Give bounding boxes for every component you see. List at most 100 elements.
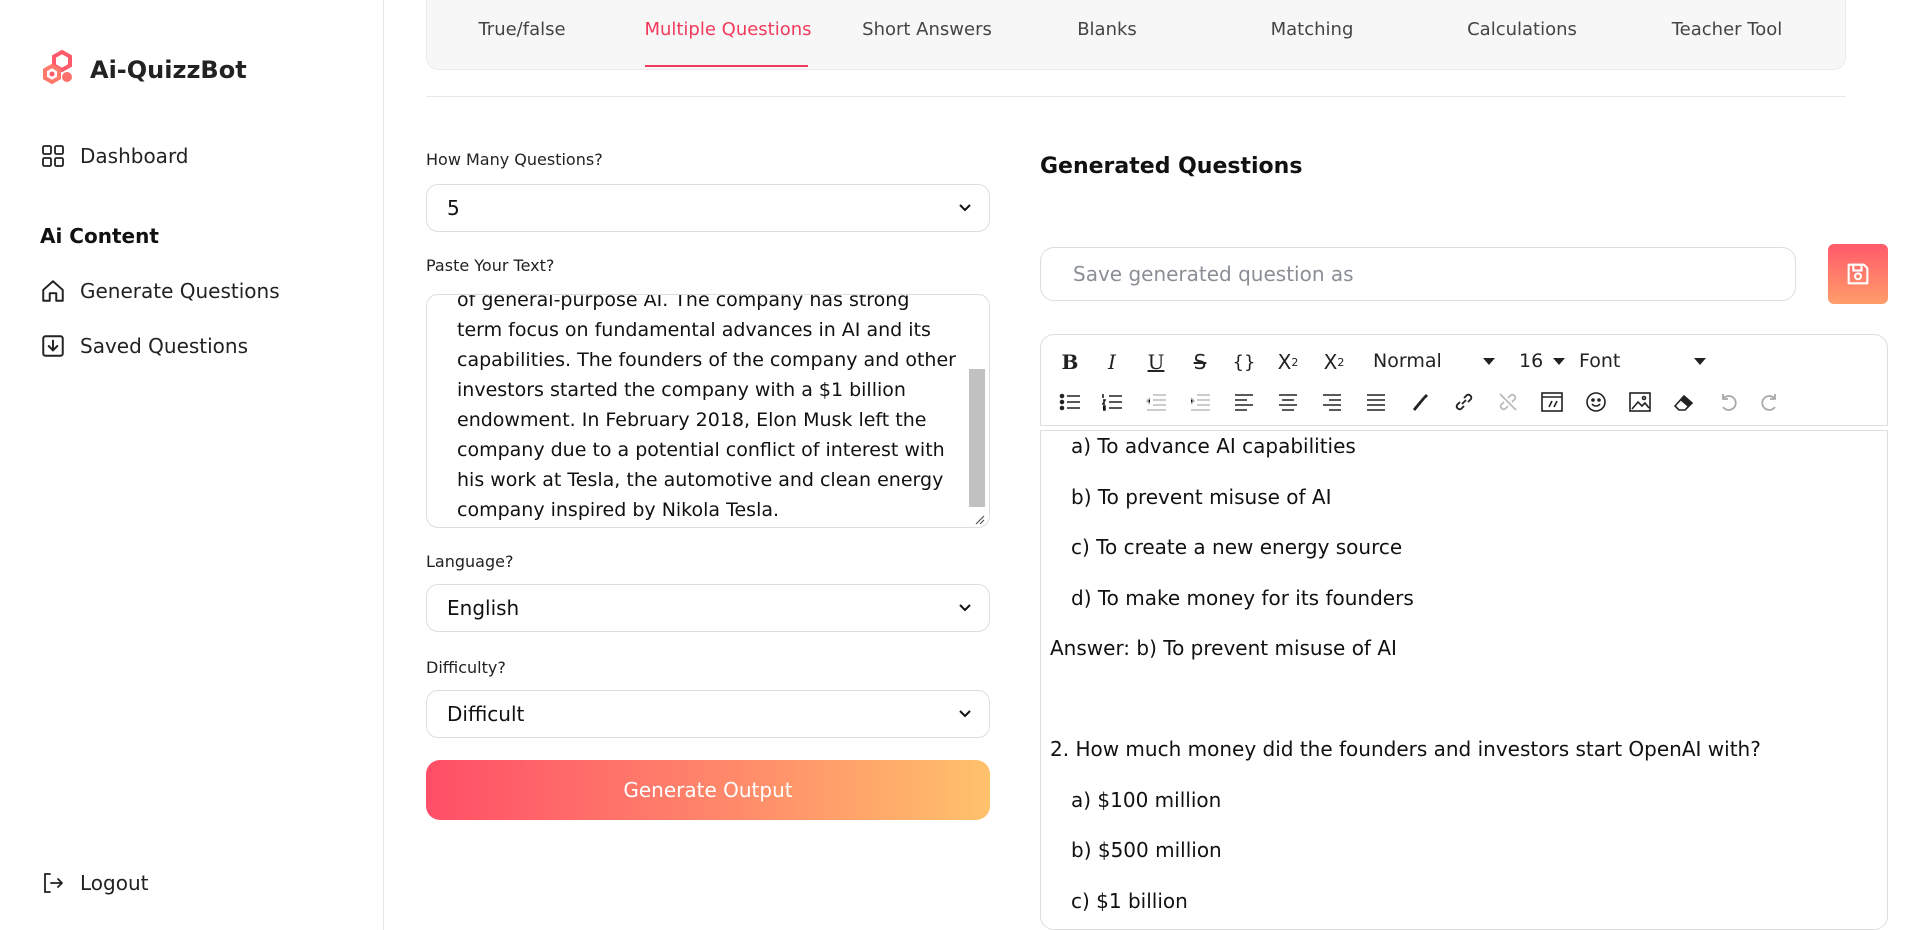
- paste-text-area[interactable]: of general-purpose AI. The company has s…: [426, 294, 990, 528]
- caret-down-icon: [1553, 358, 1565, 365]
- paste-text-content: of general-purpose AI. The company has s…: [457, 294, 957, 525]
- numbered-list-icon[interactable]: [1095, 387, 1129, 417]
- save-name-input[interactable]: [1040, 247, 1796, 301]
- logo-icon: [43, 49, 72, 85]
- align-left-icon[interactable]: [1227, 387, 1261, 417]
- sidebar-item-logout[interactable]: Logout: [40, 870, 148, 896]
- editor-line: a) $100 million: [1071, 787, 1222, 812]
- textarea-scrollbar[interactable]: [969, 369, 985, 507]
- editor-line: b) To prevent misuse of AI: [1071, 484, 1332, 509]
- tab-short-answers[interactable]: Short Answers: [852, 19, 1002, 40]
- tab-teacher-tool[interactable]: Teacher Tool: [1652, 19, 1802, 40]
- language-select[interactable]: English: [426, 584, 990, 632]
- caret-down-icon: [1483, 358, 1495, 365]
- image-icon[interactable]: [1623, 387, 1657, 417]
- app-logo[interactable]: Ai-QuizzBot: [40, 48, 247, 92]
- outdent-icon[interactable]: [1139, 387, 1173, 417]
- italic-icon[interactable]: I: [1095, 347, 1129, 377]
- question-type-tabs: True/false Multiple Questions Short Answ…: [426, 0, 1846, 70]
- paste-text-line: capabilities. The founders of the compan…: [457, 349, 956, 371]
- chevron-down-icon: [959, 204, 971, 212]
- difficulty-label: Difficulty?: [426, 658, 506, 677]
- editor-line: a) To advance AI capabilities: [1071, 434, 1356, 458]
- download-box-icon: [40, 333, 66, 359]
- bullet-list-icon[interactable]: [1053, 387, 1087, 417]
- align-right-icon[interactable]: [1315, 387, 1349, 417]
- tab-calculations[interactable]: Calculations: [1447, 19, 1597, 40]
- chevron-down-icon: [959, 604, 971, 612]
- difficulty-value: Difficult: [447, 702, 525, 726]
- app-name: Ai-QuizzBot: [90, 56, 247, 84]
- eraser-icon[interactable]: [1667, 387, 1701, 417]
- bold-icon[interactable]: B: [1053, 347, 1087, 377]
- tab-matching[interactable]: Matching: [1247, 19, 1377, 40]
- grid-icon: [40, 143, 66, 169]
- heading-format-value: Normal: [1373, 350, 1442, 372]
- save-icon: [1847, 263, 1869, 285]
- code-block-icon[interactable]: {}: [1227, 347, 1261, 377]
- editor-line: d) To make money for its founders: [1071, 585, 1414, 610]
- section-title: Ai Content: [40, 224, 159, 248]
- unlink-icon[interactable]: [1491, 387, 1525, 417]
- tabs-divider: [426, 96, 1846, 97]
- font-size-value: 16: [1519, 350, 1544, 372]
- editor-line: c) To create a new energy source: [1071, 535, 1403, 559]
- embed-icon[interactable]: [1535, 387, 1569, 417]
- heading-format-select[interactable]: Normal: [1365, 345, 1505, 377]
- superscript-icon[interactable]: X2: [1271, 347, 1305, 377]
- sidebar-item-generate-questions[interactable]: Generate Questions: [40, 278, 280, 304]
- strikethrough-icon[interactable]: S: [1183, 347, 1217, 377]
- text-color-icon[interactable]: [1403, 387, 1437, 417]
- question-count-value: 5: [447, 196, 460, 220]
- editor-toolbar: B I U S {} X2 X2 Normal 16 Font: [1040, 334, 1888, 426]
- tab-true-false[interactable]: True/false: [457, 19, 587, 40]
- save-button[interactable]: [1828, 244, 1888, 304]
- generated-questions-editor[interactable]: a) To advance AI capabilities b) To preve…: [1040, 430, 1888, 930]
- font-family-value: Font: [1579, 350, 1621, 372]
- editor-line: c) $1 billion: [1071, 888, 1188, 913]
- paste-text-line: his work at Tesla, the automotive and cl…: [457, 469, 944, 491]
- paste-text-line: company due to a potential conflict of i…: [457, 439, 945, 461]
- align-center-icon[interactable]: [1271, 387, 1305, 417]
- emoji-icon[interactable]: [1579, 387, 1613, 417]
- sidebar-item-dashboard[interactable]: Dashboard: [40, 143, 189, 169]
- generated-questions-title: Generated Questions: [1040, 154, 1303, 179]
- sidebar: Ai-QuizzBot Dashboard Ai Content Generat…: [0, 0, 384, 930]
- tab-multiple-questions[interactable]: Multiple Questions: [638, 19, 818, 40]
- editor-line: 2. How much money did the founders and i…: [1050, 737, 1761, 761]
- paste-text-line: term focus on fundamental advances in AI…: [457, 319, 931, 341]
- caret-down-icon: [1694, 358, 1706, 365]
- underline-icon[interactable]: U: [1139, 347, 1173, 377]
- font-size-select[interactable]: 16: [1511, 345, 1567, 377]
- resize-handle-icon[interactable]: [973, 513, 985, 525]
- chevron-down-icon: [959, 710, 971, 718]
- language-value: English: [447, 596, 520, 620]
- paste-text-line: of general-purpose AI. The company has s…: [457, 294, 910, 311]
- paste-text-label: Paste Your Text?: [426, 256, 555, 275]
- question-count-select[interactable]: 5: [426, 184, 990, 232]
- paste-text-line: endowment. In February 2018, Elon Musk l…: [457, 409, 927, 431]
- logout-icon: [40, 870, 66, 896]
- sidebar-item-label: Dashboard: [80, 144, 189, 168]
- editor-line: Answer: b) To prevent misuse of AI: [1050, 636, 1397, 660]
- link-icon[interactable]: [1447, 387, 1481, 417]
- tab-blanks[interactable]: Blanks: [1057, 19, 1157, 40]
- undo-icon[interactable]: [1711, 387, 1745, 417]
- question-count-label: How Many Questions?: [426, 150, 603, 169]
- active-tab-indicator: [645, 65, 808, 67]
- sidebar-item-label: Logout: [80, 871, 149, 895]
- align-justify-icon[interactable]: [1359, 387, 1393, 417]
- indent-icon[interactable]: [1183, 387, 1217, 417]
- paste-text-line: investors started the company with a $1 …: [457, 379, 906, 401]
- sidebar-item-label: Generate Questions: [80, 279, 280, 303]
- language-label: Language?: [426, 552, 514, 571]
- home-icon: [40, 278, 66, 304]
- font-family-select[interactable]: Font: [1571, 345, 1716, 377]
- redo-icon[interactable]: [1753, 387, 1787, 417]
- sidebar-item-saved-questions[interactable]: Saved Questions: [40, 333, 248, 359]
- paste-text-line: company inspired by Nikola Tesla.: [457, 499, 780, 521]
- editor-line: b) $500 million: [1071, 838, 1222, 862]
- generate-output-button[interactable]: Generate Output: [426, 760, 990, 820]
- subscript-icon[interactable]: X2: [1317, 347, 1351, 377]
- difficulty-select[interactable]: Difficult: [426, 690, 990, 738]
